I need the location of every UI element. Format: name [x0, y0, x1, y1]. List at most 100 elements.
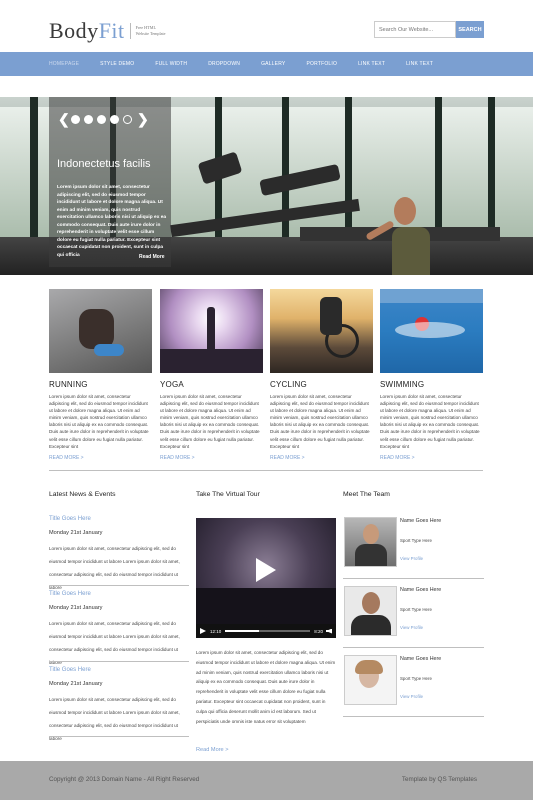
logo-word-fit: Fit: [98, 18, 125, 43]
news-item: Title Goes Here Monday 21st January Lore…: [49, 516, 189, 594]
runner-legs-shape: [79, 309, 114, 349]
news-title-link[interactable]: Title Goes Here: [49, 667, 189, 673]
activity-card-running: RUNNING Lorem ipsum dolor sit amet, cons…: [49, 289, 152, 461]
cyclist-shape: [320, 297, 342, 335]
search-input[interactable]: [374, 21, 456, 38]
section-divider: [49, 470, 483, 471]
logo-wordmark: BodyFit: [49, 18, 125, 44]
site-logo[interactable]: BodyFit Free HTML Website Template: [49, 18, 176, 44]
nav-item-portfolio[interactable]: PORTFOLIO: [306, 61, 337, 67]
logo-word-body: Body: [49, 18, 99, 43]
activity-title: SWIMMING: [380, 380, 425, 389]
logo-divider: [129, 23, 131, 39]
news-item: Title Goes Here Monday 21st January Lore…: [49, 591, 189, 669]
nav-item-dropdown[interactable]: DROPDOWN: [208, 61, 240, 67]
read-more-link[interactable]: READ MORE >: [160, 455, 263, 461]
slide-dot[interactable]: [110, 115, 119, 124]
view-profile-link[interactable]: View Profile: [400, 625, 423, 630]
slide-dot[interactable]: [123, 115, 132, 124]
avatar-hair-shape: [355, 660, 383, 674]
team-member: Name Goes Here Sport Type Here View Prof…: [343, 586, 484, 644]
logo-tagline-line-2: Website Template: [135, 31, 166, 36]
member-sport: Sport Type Here: [400, 676, 432, 681]
news-divider: [49, 736, 189, 737]
news-title-link[interactable]: Title Goes Here: [49, 516, 189, 522]
activity-description: Lorem ipsum dolor sit amet, consectetur …: [380, 394, 480, 449]
play-icon[interactable]: [256, 558, 276, 582]
yoga-photo: [160, 289, 263, 373]
slide-dot[interactable]: [97, 115, 106, 124]
avatar[interactable]: [344, 517, 397, 567]
activity-description: Lorem ipsum dolor sit amet, consectetur …: [49, 394, 149, 449]
view-profile-link[interactable]: View Profile: [400, 556, 423, 561]
avatar-body-shape: [355, 544, 387, 566]
video-figure-shape: [262, 588, 269, 618]
play-button-icon[interactable]: [200, 628, 206, 634]
team-heading: Meet The Team: [343, 491, 390, 498]
news-date: Monday 21st January: [49, 605, 103, 611]
cycling-photo: [270, 289, 373, 373]
read-more-link[interactable]: READ MORE >: [380, 455, 483, 461]
slide-read-more-link[interactable]: Read More: [139, 254, 165, 260]
member-sport: Sport Type Here: [400, 607, 432, 612]
video-controls: 12:10 8:20: [196, 624, 336, 638]
news-item: Title Goes Here Monday 21st January Lore…: [49, 667, 189, 745]
video-duration: 8:20: [314, 628, 323, 634]
video-player[interactable]: 12:10 8:20: [196, 518, 336, 638]
news-title-link[interactable]: Title Goes Here: [49, 591, 189, 597]
yoga-figure-shape: [207, 307, 215, 353]
slide-text: Lorem ipsum dolor sit amet, consectetur …: [57, 185, 167, 258]
search-button[interactable]: SEARCH: [456, 21, 484, 38]
chevron-left-icon[interactable]: ❮: [58, 111, 70, 128]
member-sport: Sport Type Here: [400, 538, 432, 543]
activity-card-yoga: YOGA Lorem ipsum dolor sit amet, consect…: [160, 289, 263, 461]
pool-edge-shape: [380, 289, 483, 303]
member-name: Name Goes Here: [400, 656, 442, 662]
slide-dot[interactable]: [71, 115, 80, 124]
avatar-face-shape: [363, 524, 379, 544]
news-body: Lorem ipsum dolor sit amet, consectetur …: [49, 546, 180, 590]
activity-description: Lorem ipsum dolor sit amet, consectetur …: [270, 394, 370, 449]
activity-title: RUNNING: [49, 380, 88, 389]
avatar-body-shape: [351, 615, 391, 635]
nav-item-style-demo[interactable]: STYLE DEMO: [100, 61, 134, 67]
chevron-right-icon[interactable]: ❯: [137, 111, 149, 128]
nav-item-link-text[interactable]: LINK TEXT: [358, 61, 385, 67]
swimming-photo: [380, 289, 483, 373]
slide-title: Indonectetus facilis: [57, 158, 151, 170]
slide-controls: ❮ ❯: [58, 111, 149, 128]
shoe-shape: [94, 344, 124, 356]
activity-title: CYCLING: [270, 380, 307, 389]
news-date: Monday 21st January: [49, 681, 103, 687]
activity-title: YOGA: [160, 380, 184, 389]
site-footer: Copyright @ 2013 Domain Name - All Right…: [0, 761, 533, 800]
tour-read-more-link[interactable]: Read More >: [196, 747, 229, 753]
nav-item-homepage[interactable]: HOMEPAGE: [49, 61, 79, 67]
volume-icon[interactable]: [326, 628, 332, 634]
template-credit[interactable]: Template by QS Templates: [402, 776, 477, 783]
slide-dot[interactable]: [84, 115, 93, 124]
tour-heading: Take The Virtual Tour: [196, 491, 260, 498]
news-body: Lorem ipsum dolor sit amet, consectetur …: [49, 697, 180, 741]
nav-item-full-width[interactable]: FULL WIDTH: [155, 61, 187, 67]
team-divider: [343, 716, 484, 717]
site-header: BodyFit Free HTML Website Template SEARC…: [0, 0, 533, 52]
logo-tagline: Free HTML Website Template: [136, 25, 176, 37]
nav-item-gallery[interactable]: GALLERY: [261, 61, 285, 67]
team-member: Name Goes Here Sport Type Here View Prof…: [343, 517, 484, 575]
video-current-time: 12:10: [210, 628, 222, 634]
view-profile-link[interactable]: View Profile: [400, 694, 423, 699]
news-date: Monday 21st January: [49, 530, 103, 536]
read-more-link[interactable]: READ MORE >: [49, 455, 152, 461]
read-more-link[interactable]: READ MORE >: [270, 455, 373, 461]
avatar[interactable]: [344, 586, 397, 636]
splash-shape: [395, 322, 465, 338]
nav-list: HOMEPAGE STYLE DEMO FULL WIDTH DROPDOWN GALL…: [49, 52, 454, 76]
avatar[interactable]: [344, 655, 397, 705]
news-divider: [49, 585, 189, 586]
video-progress-fill: [225, 630, 260, 632]
video-progress-bar[interactable]: [225, 630, 311, 632]
activity-card-swimming: SWIMMING Lorem ipsum dolor sit amet, con…: [380, 289, 483, 461]
nav-item-link-text[interactable]: LINK TEXT: [406, 61, 433, 67]
activity-description: Lorem ipsum dolor sit amet, consectetur …: [160, 394, 260, 449]
